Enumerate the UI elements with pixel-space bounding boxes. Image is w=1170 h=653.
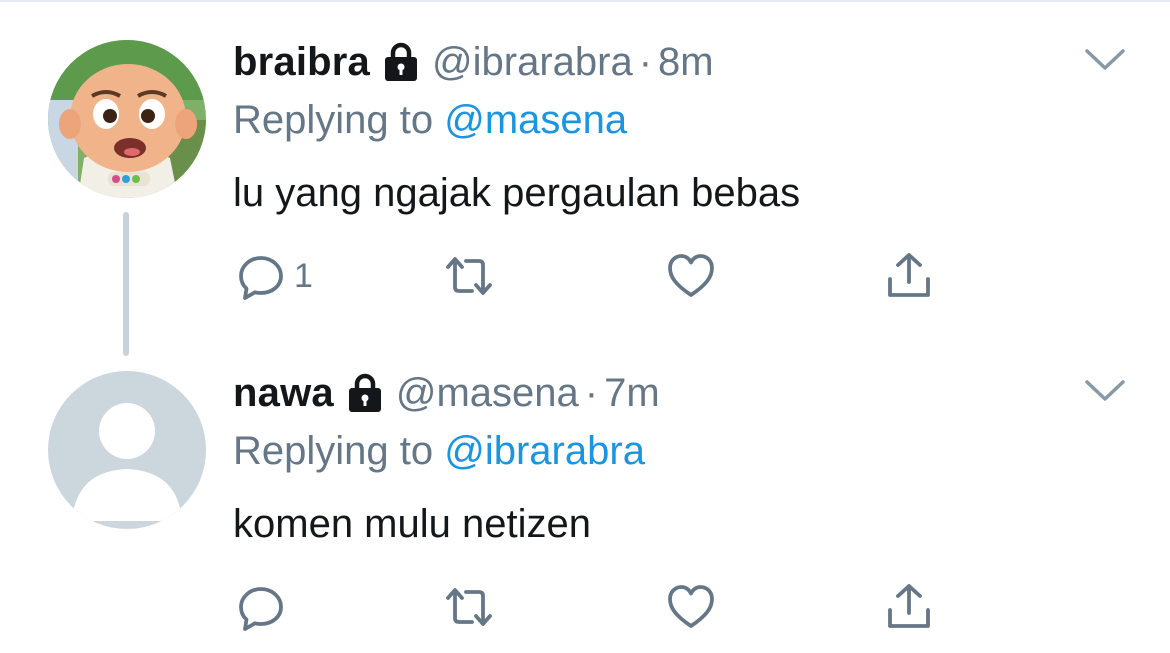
chevron-down-icon[interactable] (1084, 378, 1126, 404)
share-button[interactable] (884, 251, 934, 301)
share-icon (888, 253, 930, 297)
replying-to-label: Replying to (233, 429, 434, 473)
timestamp[interactable]: 7m (604, 371, 660, 416)
reply-button[interactable]: 1 (236, 251, 313, 301)
tweet-header: nawa @masena · 7m (233, 368, 660, 418)
tweet-text: komen mulu netizen (233, 502, 591, 546)
display-name[interactable]: nawa (233, 371, 334, 416)
user-handle[interactable]: @ibrarabra (432, 40, 633, 85)
reply-icon (239, 587, 283, 631)
reply-count: 1 (294, 256, 313, 295)
chevron-down-icon[interactable] (1084, 47, 1126, 73)
separator-dot: · (638, 39, 653, 84)
like-button[interactable] (666, 251, 716, 301)
cartoon-character-avatar-icon (48, 40, 206, 198)
share-icon (888, 584, 930, 628)
replying-to-mention[interactable]: @masena (444, 98, 627, 142)
like-button[interactable] (666, 582, 716, 632)
retweet-button[interactable] (444, 251, 494, 301)
default-avatar-icon (48, 371, 206, 529)
reply-button[interactable] (236, 582, 294, 632)
retweet-button[interactable] (444, 582, 494, 632)
separator-dot: · (584, 370, 599, 415)
replying-to-label: Replying to (233, 98, 434, 142)
share-button[interactable] (884, 582, 934, 632)
tweet[interactable]: nawa @masena · 7m Replying to @ibrarabra… (0, 355, 1170, 653)
lock-icon (385, 42, 418, 81)
timestamp[interactable]: 8m (658, 40, 714, 85)
avatar[interactable] (48, 371, 206, 529)
replying-to: Replying to @ibrarabra (233, 429, 645, 474)
replying-to-mention[interactable]: @ibrarabra (444, 429, 645, 473)
retweet-icon (446, 257, 492, 295)
like-icon (668, 254, 714, 297)
tweet-text: lu yang ngajak pergaulan bebas (233, 171, 801, 215)
retweet-icon (446, 588, 492, 626)
avatar[interactable] (48, 40, 206, 198)
lock-icon (348, 373, 381, 412)
replying-to: Replying to @masena (233, 98, 627, 143)
display-name[interactable]: braibra (233, 40, 370, 85)
tweet-header: braibra @ibrarabra · 8m (233, 37, 714, 87)
like-icon (668, 585, 714, 628)
thread-connector (123, 212, 129, 356)
reply-icon (239, 256, 283, 300)
tweet[interactable]: braibra @ibrarabra · 8m Replying to @mas… (0, 0, 1170, 356)
user-handle[interactable]: @masena (396, 371, 579, 416)
